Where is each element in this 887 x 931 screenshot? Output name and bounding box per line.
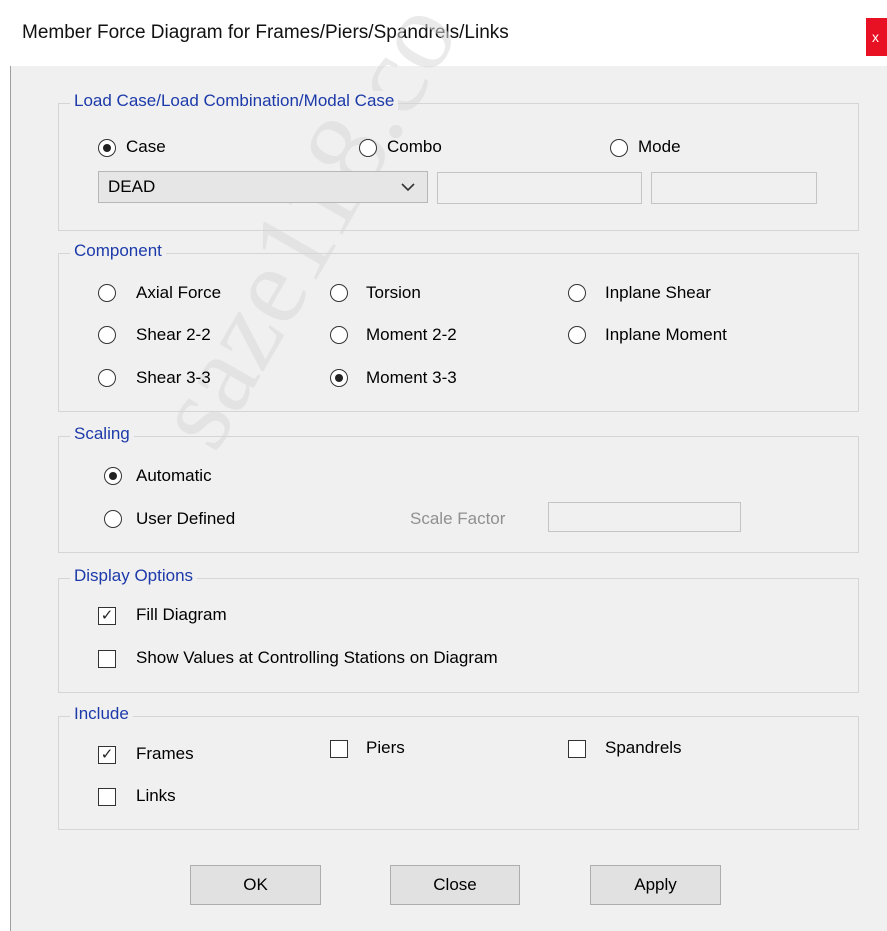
piers-label: Piers <box>366 738 405 757</box>
spandrels-checkbox[interactable] <box>568 740 586 758</box>
load-case-group <box>58 103 859 231</box>
torsion-label: Torsion <box>366 283 421 302</box>
chevron-down-icon[interactable] <box>400 181 416 193</box>
scaling-legend: Scaling <box>70 424 134 444</box>
links-label: Links <box>136 786 176 805</box>
moment-3-3-radio[interactable] <box>330 369 348 387</box>
user-defined-radio[interactable] <box>104 510 122 528</box>
scale-factor-input[interactable] <box>548 502 741 532</box>
combo-dropdown[interactable] <box>437 172 642 204</box>
automatic-label: Automatic <box>136 466 212 485</box>
spandrels-label: Spandrels <box>605 738 682 757</box>
shear-3-3-radio[interactable] <box>98 369 116 387</box>
axial-force-label: Axial Force <box>136 283 222 302</box>
shear-2-2-label: Shear 2-2 <box>136 325 211 344</box>
close-button[interactable]: Close <box>390 865 520 905</box>
combo-radio[interactable] <box>359 139 377 157</box>
component-legend: Component <box>70 241 166 261</box>
include-group <box>58 716 859 830</box>
inplane-shear-radio[interactable] <box>568 284 586 302</box>
automatic-radio[interactable] <box>104 467 122 485</box>
show-values-label: Show Values at Controlling Stations on D… <box>136 648 498 667</box>
inplane-moment-radio[interactable] <box>568 326 586 344</box>
inplane-moment-label: Inplane Moment <box>605 325 727 344</box>
frames-checkbox[interactable]: ✓ <box>98 746 116 764</box>
moment-2-2-radio[interactable] <box>330 326 348 344</box>
include-legend: Include <box>70 704 133 724</box>
case-radio[interactable] <box>98 139 116 157</box>
moment-2-2-label: Moment 2-2 <box>366 325 457 344</box>
show-values-checkbox[interactable] <box>98 650 116 668</box>
case-dropdown-value: DEAD <box>108 177 156 196</box>
ok-button[interactable]: OK <box>190 865 321 905</box>
mode-radio[interactable] <box>610 139 628 157</box>
shear-2-2-radio[interactable] <box>98 326 116 344</box>
display-options-legend: Display Options <box>70 566 198 586</box>
combo-radio-label: Combo <box>387 137 442 156</box>
axial-force-radio[interactable] <box>98 284 116 302</box>
moment-3-3-label: Moment 3-3 <box>366 368 457 387</box>
mode-dropdown[interactable] <box>651 172 817 204</box>
mode-radio-label: Mode <box>638 137 681 156</box>
load-case-legend: Load Case/Load Combination/Modal Case <box>70 91 399 111</box>
torsion-radio[interactable] <box>330 284 348 302</box>
user-defined-label: User Defined <box>136 509 236 528</box>
scaling-group <box>58 436 859 553</box>
display-options-group <box>58 578 859 693</box>
fill-diagram-checkbox[interactable]: ✓ <box>98 607 116 625</box>
shear-3-3-label: Shear 3-3 <box>136 368 211 387</box>
scale-factor-label: Scale Factor <box>410 509 506 528</box>
inplane-shear-label: Inplane Shear <box>605 283 711 302</box>
apply-button[interactable]: Apply <box>590 865 721 905</box>
piers-checkbox[interactable] <box>330 740 348 758</box>
case-radio-label: Case <box>126 137 166 156</box>
fill-diagram-label: Fill Diagram <box>136 605 227 624</box>
links-checkbox[interactable] <box>98 788 116 806</box>
frames-label: Frames <box>136 744 194 763</box>
